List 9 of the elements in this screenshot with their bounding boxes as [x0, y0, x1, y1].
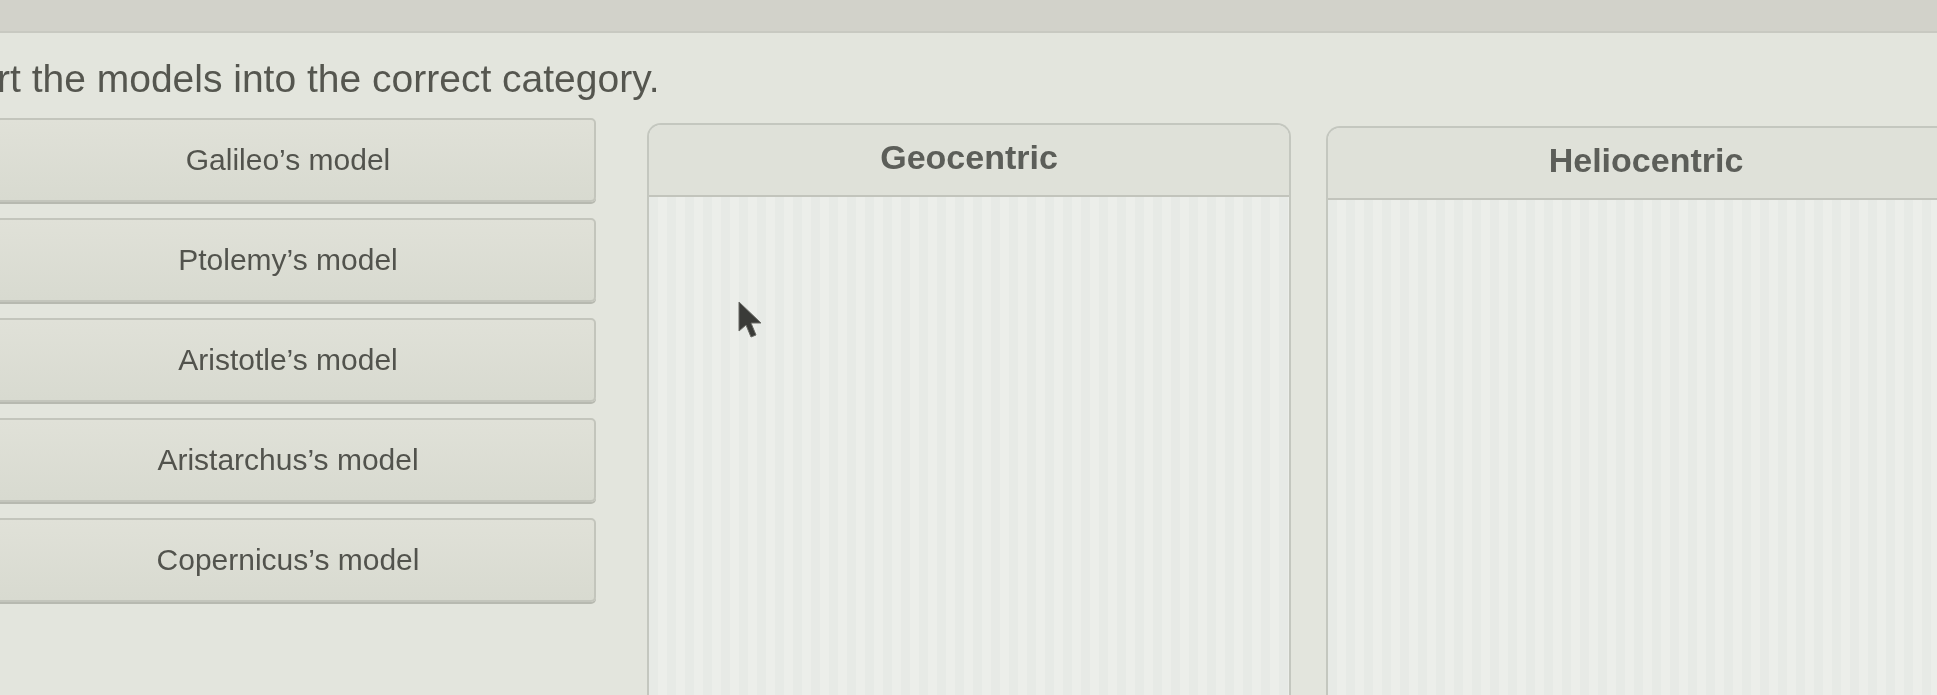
- model-tile[interactable]: Aristarchus’s model: [0, 418, 596, 502]
- model-tile[interactable]: Ptolemy’s model: [0, 218, 596, 302]
- cursor-icon: [738, 301, 762, 339]
- instruction-text: rt the models into the correct category.: [0, 57, 660, 101]
- category-header: Heliocentric: [1328, 128, 1937, 200]
- category-header: Geocentric: [649, 125, 1289, 197]
- model-tile[interactable]: Aristotle’s model: [0, 318, 596, 402]
- model-tile[interactable]: Galileo’s model: [0, 118, 596, 202]
- model-tile[interactable]: Copernicus’s model: [0, 518, 596, 602]
